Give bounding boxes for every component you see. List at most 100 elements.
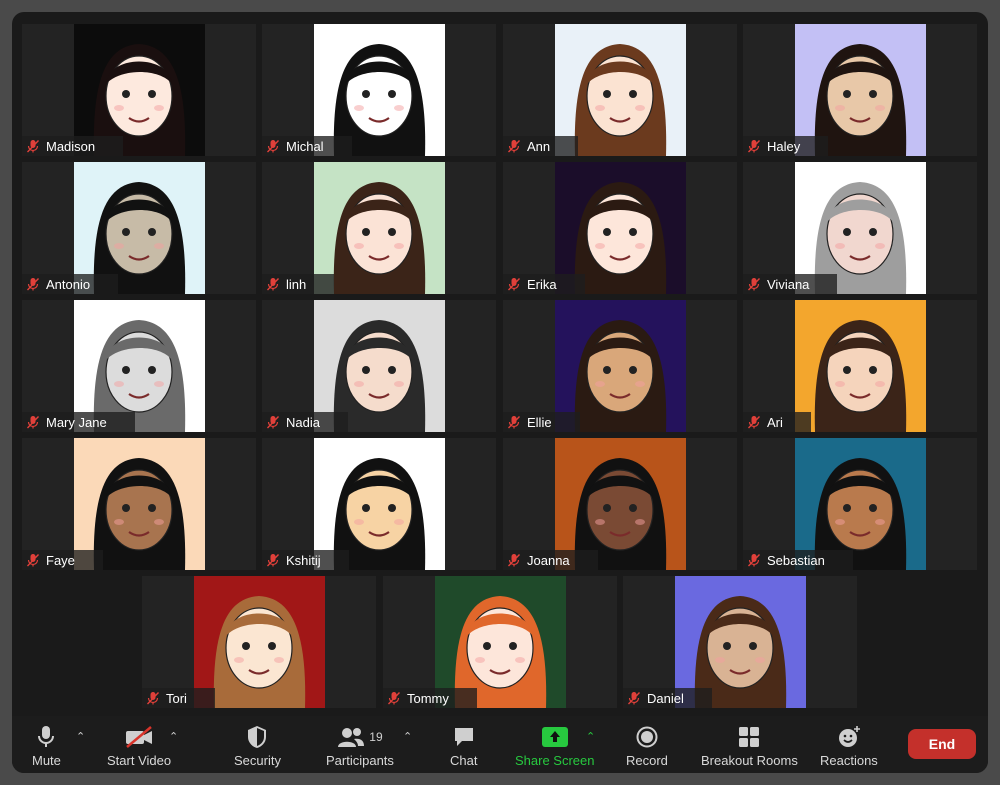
participant-name: Antonio bbox=[46, 276, 91, 292]
participant-name: Nadia bbox=[286, 414, 320, 430]
mute-button[interactable]: Mute bbox=[32, 724, 61, 768]
record-icon bbox=[636, 724, 658, 750]
muted-microphone-icon bbox=[266, 140, 280, 153]
participant-name: Sebastian bbox=[767, 552, 825, 568]
chat-bubble-icon bbox=[453, 724, 475, 750]
share-options-chevron-icon[interactable]: ⌃ bbox=[586, 730, 595, 743]
participant-name-bar: Joanna bbox=[503, 550, 598, 570]
record-label: Record bbox=[626, 753, 668, 768]
participant-name-bar: Antonio bbox=[22, 274, 119, 294]
meeting-window: Madison Michal Ann Haley Antonio linh Erika Viv… bbox=[12, 12, 988, 773]
muted-microphone-icon bbox=[387, 692, 401, 705]
participant-tile[interactable]: Nadia bbox=[262, 300, 496, 432]
avatar bbox=[795, 300, 926, 432]
participant-tile[interactable]: Ari bbox=[743, 300, 977, 432]
participant-name: Joanna bbox=[527, 552, 570, 568]
muted-microphone-icon bbox=[266, 416, 280, 429]
participant-name: Ellie bbox=[527, 414, 552, 430]
participant-tile[interactable]: Haley bbox=[743, 24, 977, 156]
participant-tile[interactable]: Ann bbox=[503, 24, 737, 156]
participant-tile[interactable]: linh bbox=[262, 162, 496, 294]
participant-tile[interactable]: Tori bbox=[142, 576, 376, 708]
participant-name-bar: linh bbox=[262, 274, 335, 294]
muted-microphone-icon bbox=[507, 278, 521, 291]
participant-name-bar: Ann bbox=[503, 136, 579, 156]
participant-tile[interactable]: Faye bbox=[22, 438, 256, 570]
participant-name: Daniel bbox=[647, 690, 684, 706]
audio-options-chevron-icon[interactable]: ⌃ bbox=[76, 730, 85, 743]
participant-name: Haley bbox=[767, 138, 801, 154]
participant-name-bar: Tommy bbox=[383, 688, 477, 708]
video-options-chevron-icon[interactable]: ⌃ bbox=[169, 730, 178, 743]
participants-count: 19 bbox=[369, 730, 383, 744]
participants-label: Participants bbox=[326, 753, 394, 768]
participant-name: linh bbox=[286, 276, 307, 292]
participant-tile[interactable]: Viviana bbox=[743, 162, 977, 294]
muted-microphone-icon bbox=[507, 416, 521, 429]
participant-name-bar: Michal bbox=[262, 136, 352, 156]
participant-name: Viviana bbox=[767, 276, 810, 292]
microphone-icon bbox=[36, 724, 56, 750]
muted-microphone-icon bbox=[747, 554, 761, 567]
participant-tile[interactable]: Mary Jane bbox=[22, 300, 256, 432]
participant-tile[interactable]: Sebastian bbox=[743, 438, 977, 570]
participant-name: Erika bbox=[527, 276, 557, 292]
security-button[interactable]: Security bbox=[234, 724, 281, 768]
record-button[interactable]: Record bbox=[626, 724, 668, 768]
end-meeting-button[interactable]: End bbox=[908, 729, 976, 759]
participant-name-bar: Haley bbox=[743, 136, 829, 156]
muted-microphone-icon bbox=[26, 554, 40, 567]
video-grid: Madison Michal Ann Haley Antonio linh Erika Viv… bbox=[12, 12, 988, 716]
start-video-button[interactable]: Start Video bbox=[107, 724, 171, 768]
participant-name-bar: Mary Jane bbox=[22, 412, 135, 432]
participant-tile[interactable]: Kshitij bbox=[262, 438, 496, 570]
muted-microphone-icon bbox=[747, 140, 761, 153]
chat-button[interactable]: Chat bbox=[450, 724, 477, 768]
participant-tile[interactable]: Madison bbox=[22, 24, 256, 156]
participant-name-bar: Ellie bbox=[503, 412, 580, 432]
participant-name-bar: Tori bbox=[142, 688, 215, 708]
participant-tile[interactable]: Joanna bbox=[503, 438, 737, 570]
participant-tile[interactable]: Tommy bbox=[383, 576, 617, 708]
breakout-rooms-label: Breakout Rooms bbox=[701, 753, 798, 768]
chat-label: Chat bbox=[450, 753, 478, 768]
participant-name: Mary Jane bbox=[46, 414, 107, 430]
share-screen-button[interactable]: Share Screen bbox=[515, 724, 595, 768]
participant-tile[interactable]: Erika bbox=[503, 162, 737, 294]
participant-name-bar: Faye bbox=[22, 550, 103, 570]
participant-name: Ann bbox=[527, 138, 551, 154]
participant-name-bar: Viviana bbox=[743, 274, 838, 294]
reactions-button[interactable]: Reactions bbox=[820, 724, 878, 768]
participant-name: Tommy bbox=[407, 690, 449, 706]
breakout-rooms-button[interactable]: Breakout Rooms bbox=[701, 724, 798, 768]
video-off-icon bbox=[124, 724, 154, 750]
meeting-toolbar: Mute ⌃ Start Video ⌃ Security 19 Partici… bbox=[12, 716, 988, 773]
participant-name-bar: Madison bbox=[22, 136, 124, 156]
participant-tile[interactable]: Daniel bbox=[623, 576, 857, 708]
participant-tile[interactable]: Ellie bbox=[503, 300, 737, 432]
muted-microphone-icon bbox=[747, 278, 761, 291]
muted-microphone-icon bbox=[747, 416, 761, 429]
participant-tile[interactable]: Antonio bbox=[22, 162, 256, 294]
muted-microphone-icon bbox=[507, 140, 521, 153]
shield-icon bbox=[247, 724, 267, 750]
start-video-label: Start Video bbox=[107, 753, 172, 768]
muted-microphone-icon bbox=[266, 278, 280, 291]
participant-name-bar: Sebastian bbox=[743, 550, 853, 570]
muted-microphone-icon bbox=[627, 692, 641, 705]
participants-options-chevron-icon[interactable]: ⌃ bbox=[403, 730, 412, 743]
smiley-plus-icon bbox=[837, 724, 861, 750]
participant-name: Kshitij bbox=[286, 552, 321, 568]
participant-name-bar: Erika bbox=[503, 274, 585, 294]
mute-label: Mute bbox=[32, 753, 61, 768]
participant-tile[interactable]: Michal bbox=[262, 24, 496, 156]
participants-button[interactable]: 19 Participants bbox=[326, 724, 394, 768]
participants-icon: 19 bbox=[337, 724, 383, 750]
reactions-label: Reactions bbox=[820, 753, 878, 768]
security-label: Security bbox=[234, 753, 281, 768]
muted-microphone-icon bbox=[507, 554, 521, 567]
participant-name-bar: Daniel bbox=[623, 688, 712, 708]
participant-name: Tori bbox=[166, 690, 187, 706]
share-screen-label: Share Screen bbox=[515, 753, 595, 768]
participant-name: Michal bbox=[286, 138, 324, 154]
